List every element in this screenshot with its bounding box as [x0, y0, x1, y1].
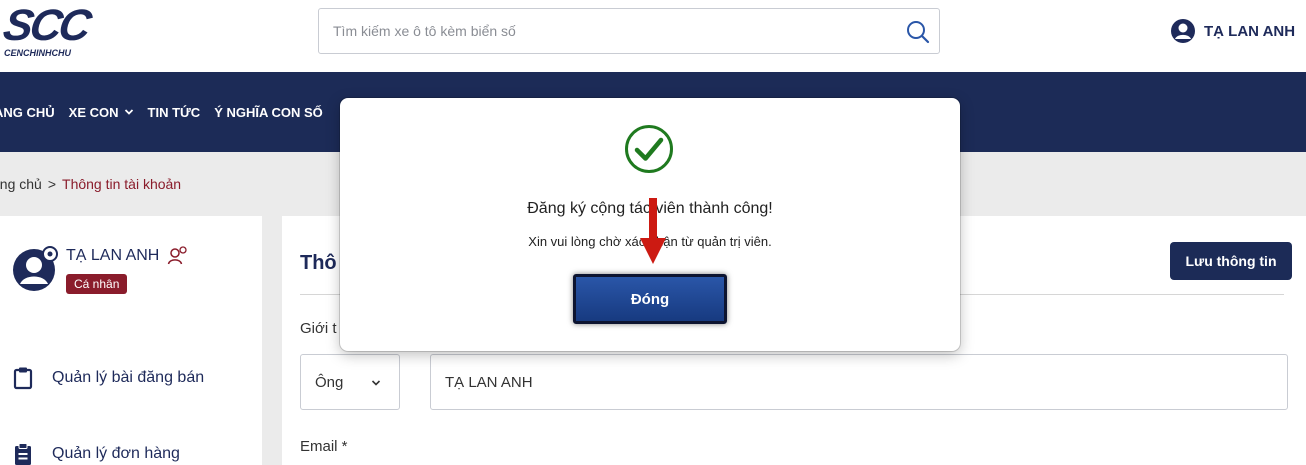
sidebar-item-orders[interactable]: Quản lý đơn hàng: [12, 442, 180, 465]
gender-select[interactable]: Ông: [300, 354, 400, 410]
nav-item-y-nghia-con-so[interactable]: Ý NGHĨA CON SỐ: [214, 105, 323, 120]
nav-item-tin-tuc[interactable]: TIN TỨC: [148, 105, 201, 120]
breadcrumb-separator: >: [47, 176, 57, 192]
profile-name-text: TẠ LAN ANH: [66, 247, 160, 264]
nav-item-xe-con[interactable]: XE CON: [69, 105, 134, 120]
breadcrumb-home[interactable]: ang chủ: [0, 176, 42, 192]
nav-item-label: Ý NGHĨA CON SỐ: [214, 104, 323, 120]
gender-value: Ông: [315, 373, 344, 391]
user-name: TẠ LAN ANH: [1204, 22, 1296, 40]
nav-item-home[interactable]: ANG CHỦ: [0, 105, 55, 120]
user-settings-icon[interactable]: [167, 246, 188, 266]
logo-main-text: SCC: [0, 1, 93, 50]
close-button[interactable]: Đóng: [573, 274, 727, 324]
search-placeholder: Tìm kiếm xe ô tô kèm biển số: [333, 23, 516, 39]
search-input[interactable]: Tìm kiếm xe ô tô kèm biển số: [318, 8, 940, 54]
gender-label: Giới t: [300, 320, 337, 337]
nav-item-label: XE CON: [68, 104, 119, 120]
user-menu[interactable]: TẠ LAN ANH: [1170, 18, 1295, 44]
arrow-down-icon: [640, 198, 666, 264]
full-name-field[interactable]: TẠ LAN ANH: [430, 354, 1288, 410]
nav-item-label: ANG CHỦ: [0, 104, 55, 120]
breadcrumb-current: Thông tin tài khoản: [62, 176, 182, 192]
chevron-down-icon: [371, 380, 381, 386]
full-name-value: TẠ LAN ANH: [445, 373, 533, 391]
header: SCC CENCHINHCHU Tìm kiếm xe ô tô kèm biể…: [0, 0, 1306, 72]
chevron-down-icon: [124, 109, 133, 115]
search-icon[interactable]: [905, 19, 931, 45]
user-avatar-icon: [1171, 19, 1195, 43]
sidebar-item-label: Quản lý bài đăng bán: [52, 369, 205, 386]
sidebar-item-label: Quản lý đơn hàng: [52, 445, 180, 462]
sidebar: TẠ LAN ANH Cá nhân Quản lý bài đăng bán …: [0, 216, 262, 465]
page-title: Thô: [300, 252, 337, 274]
check-circle-icon: [625, 125, 673, 173]
nav-item-label: TIN TỨC: [147, 104, 201, 120]
account-type-badge: Cá nhân: [66, 274, 128, 294]
clipboard-list-icon: [15, 443, 31, 465]
save-info-button[interactable]: Lưu thông tin: [1170, 242, 1292, 280]
logo[interactable]: SCC CENCHINHCHU: [0, 1, 94, 60]
profile-name: TẠ LAN ANH: [66, 246, 188, 266]
email-label: Email *: [300, 438, 348, 455]
logo-sub-text: CENCHINHCHU: [4, 48, 71, 58]
sidebar-item-listings[interactable]: Quản lý bài đăng bán: [12, 366, 204, 390]
profile-avatar-icon: [13, 246, 58, 291]
clipboard-icon: [13, 367, 33, 390]
